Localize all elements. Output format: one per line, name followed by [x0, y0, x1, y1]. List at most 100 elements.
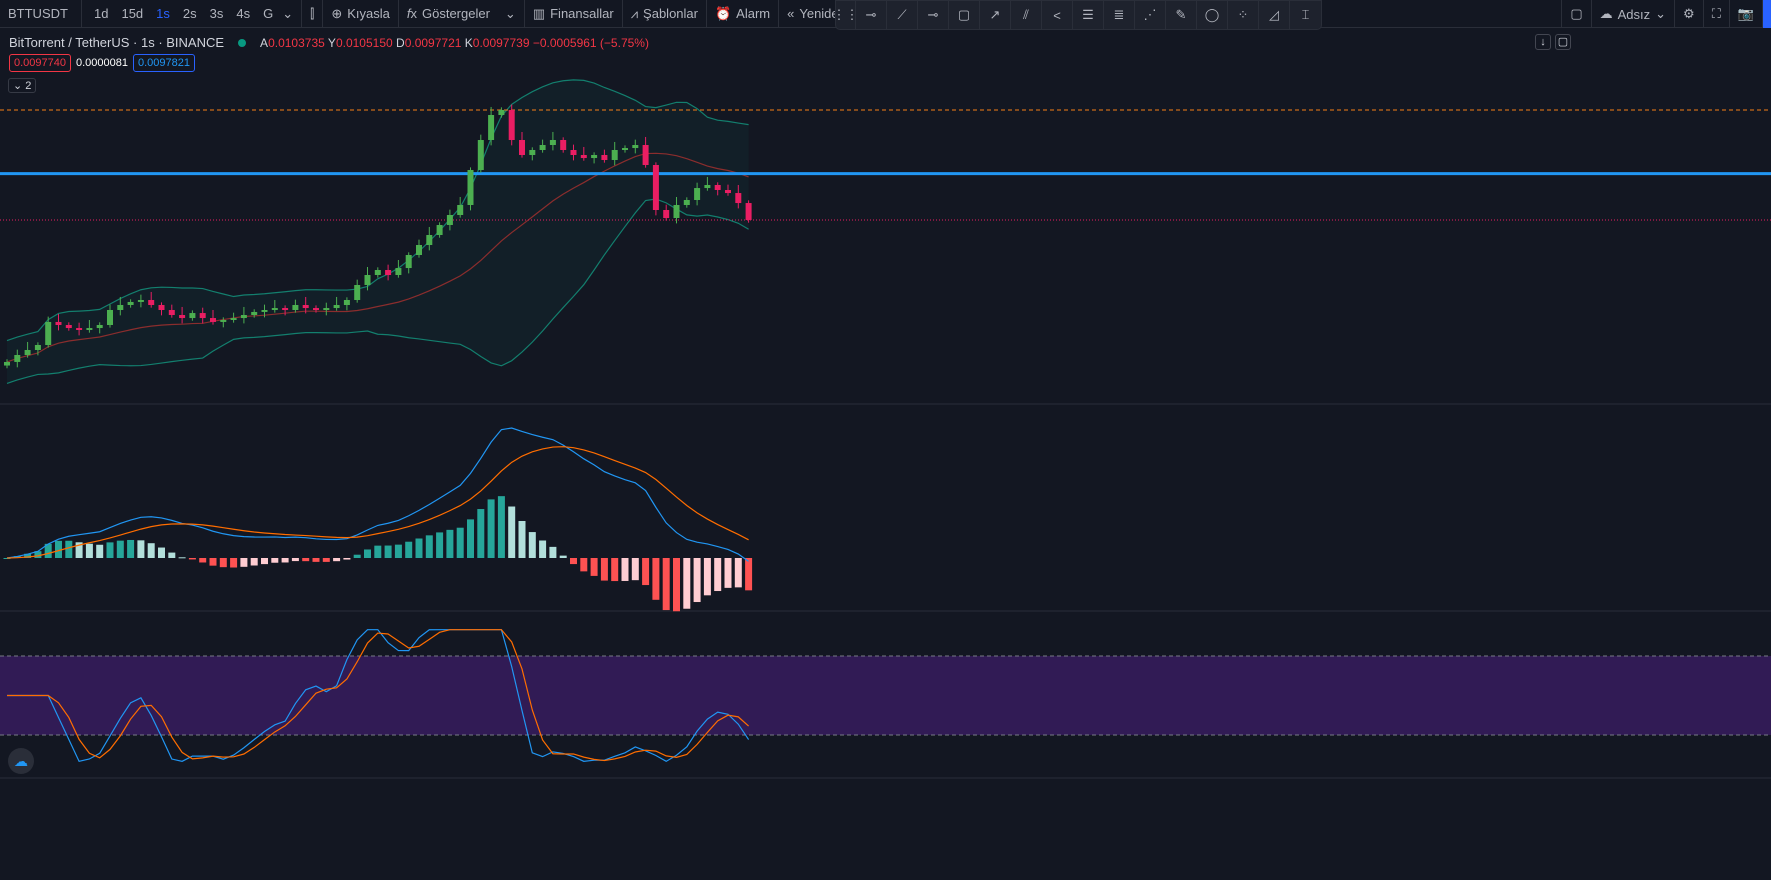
macd-histogram-bar [425, 535, 433, 558]
candle-body [385, 270, 392, 275]
macd-histogram-bar [693, 558, 701, 603]
macd-histogram-bar [570, 558, 577, 565]
macd-histogram-bar [158, 547, 165, 558]
macd-histogram-bar [703, 558, 711, 596]
macd-histogram-bar [724, 558, 732, 588]
candle-body [302, 305, 309, 309]
candle-body [158, 305, 165, 310]
candle-body [457, 205, 464, 215]
candle-body [395, 268, 402, 275]
candle-body [735, 193, 742, 204]
candle-body [539, 145, 546, 150]
open-label: A [260, 35, 269, 50]
macd-histogram-bar [631, 558, 639, 581]
macd-histogram-bar [590, 558, 598, 576]
macd-histogram-bar [147, 543, 155, 558]
macd-histogram-bar [415, 538, 423, 558]
candle-body [189, 313, 196, 319]
macd-histogram-bar [539, 540, 547, 558]
macd-histogram-bar [127, 539, 135, 558]
macd-histogram-bar [302, 558, 310, 562]
candle-body [333, 305, 340, 309]
bollinger-fill [7, 79, 749, 384]
macd-histogram-bar [394, 544, 402, 558]
macd-histogram-bar [188, 558, 196, 560]
chart-canvas[interactable] [0, 0, 1771, 880]
candle-body [560, 140, 567, 150]
indicator-count: 2 [25, 80, 32, 92]
candle-body [96, 325, 103, 329]
candle-body [622, 148, 628, 150]
candle-body [436, 225, 443, 235]
candle-body [55, 321, 62, 325]
candle-body [673, 205, 680, 219]
candle-body [76, 328, 83, 330]
candle-body [725, 190, 731, 194]
macd-histogram-bar [271, 558, 279, 563]
candle-body [467, 170, 474, 205]
trade-badges: 0.0097740 0.0000081 0.0097821 [9, 54, 195, 72]
candle-body [86, 328, 93, 330]
candle-body [488, 115, 495, 140]
macd-histogram-bar [662, 558, 670, 611]
maximize-pane-button[interactable]: ▢ [1555, 34, 1571, 50]
candle-body [374, 270, 381, 275]
sell-button[interactable]: 0.0097740 [9, 54, 71, 72]
macd-histogram-bar [353, 554, 361, 558]
macd-histogram-bar [580, 558, 588, 572]
candle-body [179, 315, 186, 319]
scroll-to-latest-button[interactable]: ↓ [1535, 34, 1551, 50]
candle-body [148, 300, 155, 305]
candle-body [632, 145, 639, 149]
macd-histogram-bar [312, 558, 320, 562]
macd-histogram-bar [364, 549, 371, 558]
macd-histogram-bar [477, 509, 485, 558]
macd-histogram-bar [405, 541, 413, 558]
candle-body [313, 308, 319, 310]
candle-body [364, 275, 371, 285]
macd-histogram-bar [518, 520, 526, 558]
macd-histogram-bar [230, 558, 238, 568]
macd-histogram-bar [261, 558, 268, 565]
candle-body [271, 308, 278, 310]
macd-histogram-bar [106, 542, 114, 558]
close-label: K [464, 35, 473, 50]
macd-histogram-bar [219, 558, 227, 568]
candle-body [251, 311, 258, 315]
buy-button[interactable]: 0.0097821 [133, 54, 195, 72]
macd-histogram-bar [745, 558, 753, 591]
candle-body [4, 361, 10, 366]
macd-histogram-bar [487, 499, 495, 558]
macd-histogram-bar [333, 558, 341, 562]
macd-histogram-bar [168, 552, 176, 558]
macd-histogram-bar [611, 558, 619, 582]
candle-body [292, 305, 299, 310]
candle-body [168, 310, 175, 315]
macd-histogram-bar [549, 546, 557, 558]
high-label: Y [327, 35, 336, 50]
candle-body [210, 318, 216, 322]
macd-histogram-bar [528, 532, 536, 558]
candle-body [282, 308, 289, 310]
market-status-icon [238, 38, 247, 47]
candle-body [704, 185, 711, 189]
candle-body [343, 300, 350, 305]
candle-body [652, 165, 659, 210]
candle-body [14, 355, 21, 362]
candle-body [519, 140, 525, 155]
candle-body [261, 310, 268, 312]
candle-body [220, 320, 227, 322]
ohlc-values: A0.0103735 Y0.0105150 D0.0097721 K0.0097… [260, 36, 649, 50]
candle-body [580, 155, 587, 159]
macd-histogram-bar [734, 558, 742, 588]
candle-body [549, 140, 556, 145]
candle-body [508, 110, 515, 140]
tradingview-logo[interactable]: ☁ [8, 748, 34, 774]
macd-histogram-bar [621, 558, 629, 581]
candle-body [611, 150, 618, 160]
candle-body [416, 245, 422, 255]
macd-histogram-bar [291, 558, 299, 562]
indicators-collapse-button[interactable]: ⌄ 2 [8, 78, 37, 93]
macd-histogram-bar [456, 527, 464, 558]
candle-body [240, 315, 247, 319]
